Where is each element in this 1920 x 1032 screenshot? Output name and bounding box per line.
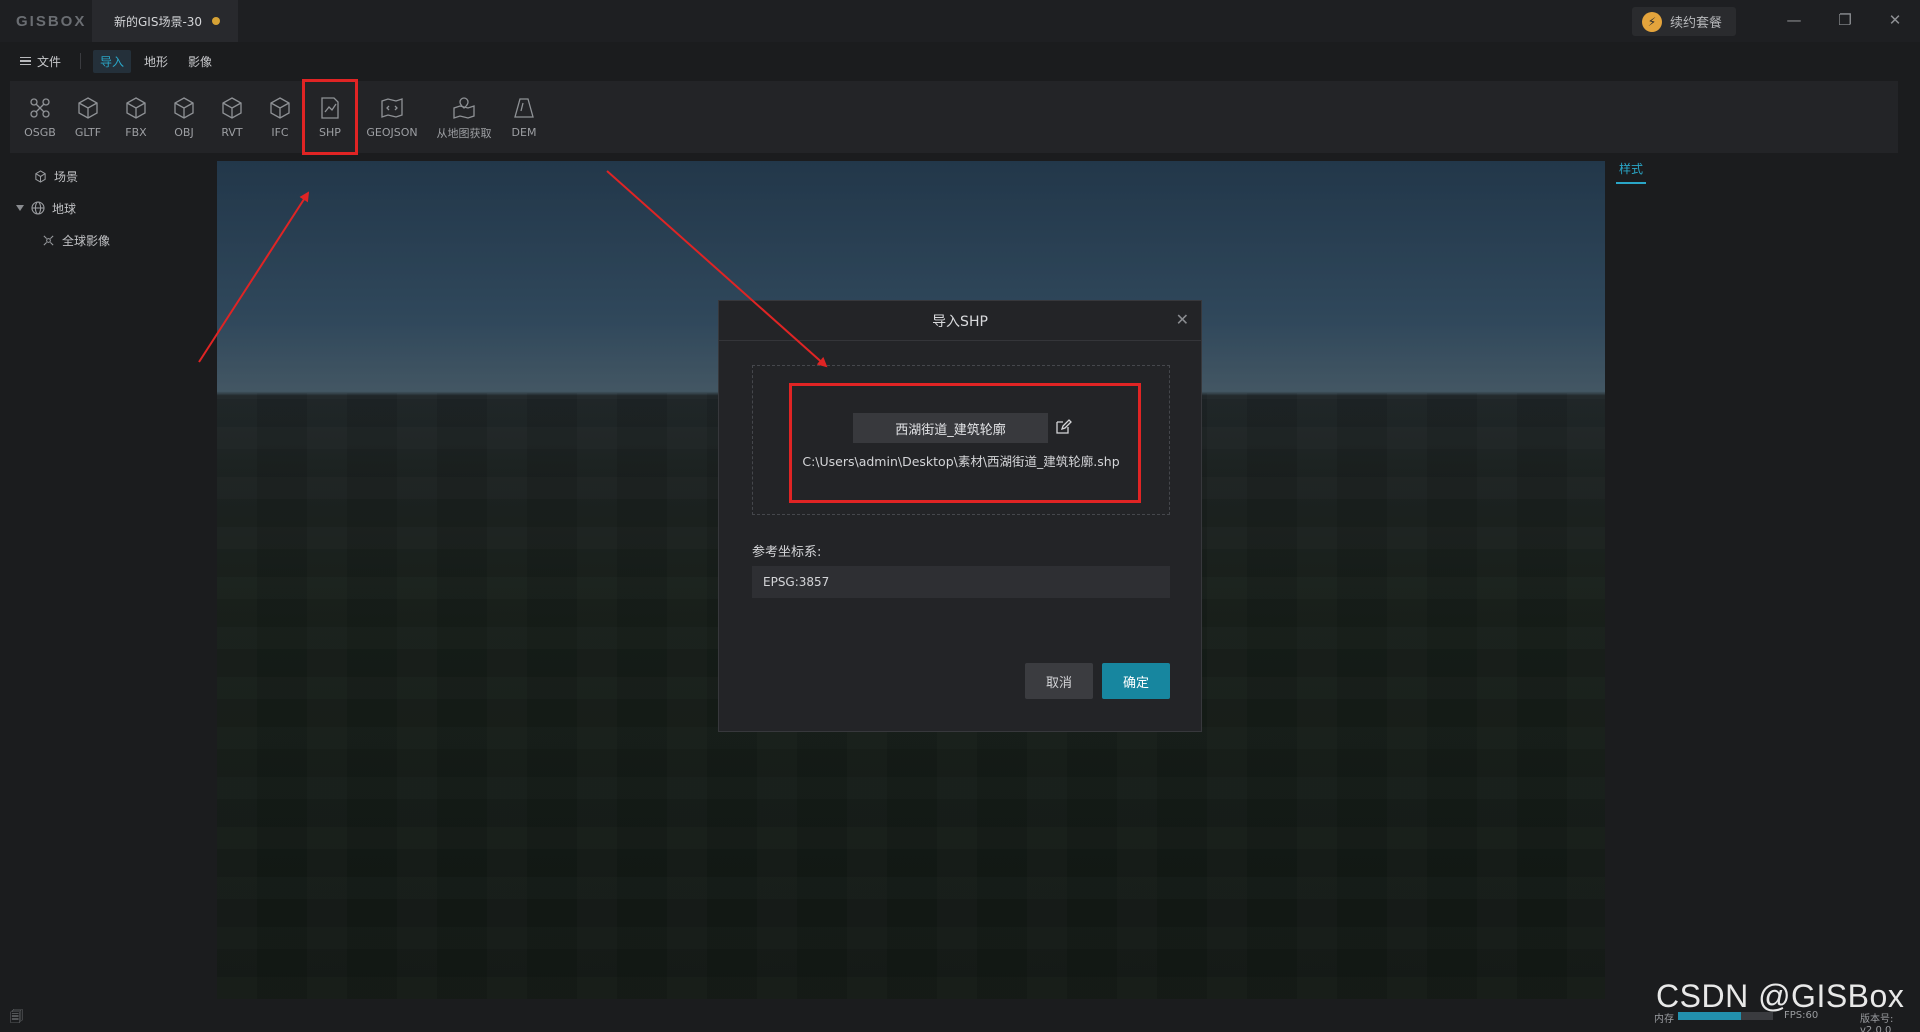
log-icon[interactable]: 🗐 (10, 1008, 23, 1030)
cube-icon (222, 97, 242, 119)
tool-gltf[interactable]: GLTF (64, 84, 112, 150)
dialog-close-button[interactable]: ✕ (1176, 310, 1189, 329)
cube-icon (126, 97, 146, 119)
tool-osgb-label: OSGB (24, 126, 56, 139)
osgb-icon (30, 98, 50, 118)
tool-from-map-label: 从地图获取 (436, 126, 492, 140)
tool-from-map[interactable]: 从地图获取 (428, 84, 500, 150)
file-menu-label: 文件 (37, 54, 62, 69)
tab-imagery[interactable]: 影像 (181, 50, 219, 73)
right-panel: 样式 (1612, 160, 1912, 184)
tab-style[interactable]: 样式 (1616, 160, 1647, 184)
tree-item-earth[interactable]: 地球 (0, 192, 210, 224)
tool-fbx[interactable]: FBX (112, 84, 160, 150)
close-icon: ✕ (1888, 11, 1902, 29)
tool-fbx-label: FBX (125, 126, 147, 139)
document-tab-label: 新的GIS场景-30 (114, 14, 203, 29)
cancel-button[interactable]: 取消 (1025, 663, 1093, 699)
hamburger-icon (20, 56, 31, 66)
tool-gltf-label: GLTF (74, 126, 102, 139)
restore-icon: ❐ (1838, 11, 1852, 29)
tree-item-global-imagery-label: 全球影像 (62, 233, 111, 248)
document-tab[interactable]: 新的GIS场景-30 (92, 0, 239, 42)
scene-tree: 场景 地球 全球影像 (0, 160, 210, 256)
status-bar: 🗐 内存 FPS:60 版本号: v2.0.0 (0, 1000, 1920, 1032)
map-pin-icon (453, 96, 475, 119)
import-shp-dialog: 导入SHP ✕ 西湖街道_建筑轮廓 C:\Users\admin\Desktop… (718, 300, 1202, 732)
cube-icon (78, 97, 98, 119)
close-window-button[interactable]: ✕ (1880, 8, 1910, 32)
watermark: CSDN @GISBox (1656, 978, 1905, 1014)
tool-obj-label: OBJ (174, 126, 194, 139)
title-bar: GISBOX 新的GIS场景-30 ⚡ 续约套餐 — ❐ ✕ (0, 0, 1920, 42)
crs-label: 参考坐标系: (752, 545, 822, 560)
minimize-icon: — (1786, 11, 1802, 29)
confirm-button[interactable]: 确定 (1102, 663, 1170, 699)
map-code-icon (381, 98, 403, 118)
dialog-title: 导入SHP (932, 313, 988, 330)
file-name-field[interactable]: 西湖街道_建筑轮廓 (853, 413, 1048, 443)
cube-icon (174, 97, 194, 119)
tab-import[interactable]: 导入 (93, 49, 132, 73)
cube-icon (35, 169, 46, 183)
tool-ifc-label: IFC (271, 126, 289, 139)
tree-item-earth-label: 地球 (52, 201, 77, 216)
edit-icon[interactable] (1054, 418, 1072, 436)
map-line-icon (321, 97, 339, 119)
globe-icon (31, 201, 45, 215)
restore-button[interactable]: ❐ (1830, 8, 1860, 32)
tool-rvt[interactable]: RVT (208, 84, 256, 150)
crs-input[interactable] (752, 566, 1170, 598)
tool-shp[interactable]: SHP (302, 79, 358, 155)
file-path: C:\Users\admin\Desktop\素材\西湖街道_建筑轮廓.shp (802, 454, 1120, 469)
tree-item-scene[interactable]: 场景 (0, 160, 210, 192)
tool-obj[interactable]: OBJ (160, 84, 208, 150)
tool-dem[interactable]: DEM (500, 84, 548, 150)
tab-terrain[interactable]: 地形 (137, 50, 175, 73)
tool-geojson[interactable]: GEOJSON (356, 84, 428, 150)
renew-plan-button[interactable]: ⚡ 续约套餐 (1632, 7, 1736, 36)
app-logo: GISBOX (16, 12, 87, 30)
tool-osgb[interactable]: OSGB (16, 84, 64, 150)
tool-dem-label: DEM (511, 126, 537, 139)
terrain-icon (514, 98, 534, 118)
satellite-icon (43, 234, 54, 246)
annotation-box (789, 383, 1141, 503)
tool-rvt-label: RVT (221, 126, 243, 139)
expand-caret-icon[interactable] (16, 205, 24, 211)
unsaved-dot-icon (212, 17, 221, 25)
renew-plan-label: 续约套餐 (1670, 16, 1723, 31)
file-menu-button[interactable]: 文件 (0, 53, 80, 70)
import-toolbar: OSGB GLTF FBX OBJ RVT IFC SHP GEOJSON 从地… (10, 79, 1898, 155)
menu-divider (80, 53, 81, 69)
dialog-header: 导入SHP ✕ (719, 301, 1201, 341)
tool-geojson-label: GEOJSON (366, 126, 418, 139)
lightning-icon: ⚡ (1642, 11, 1662, 32)
tool-ifc[interactable]: IFC (256, 84, 304, 150)
tool-shp-label: SHP (319, 126, 341, 139)
cube-icon (270, 97, 290, 119)
tree-item-global-imagery[interactable]: 全球影像 (0, 224, 210, 256)
menu-bar: 文件 导入 地形 影像 (0, 42, 1920, 80)
tree-item-scene-label: 场景 (54, 169, 79, 184)
minimize-button[interactable]: — (1779, 8, 1809, 32)
